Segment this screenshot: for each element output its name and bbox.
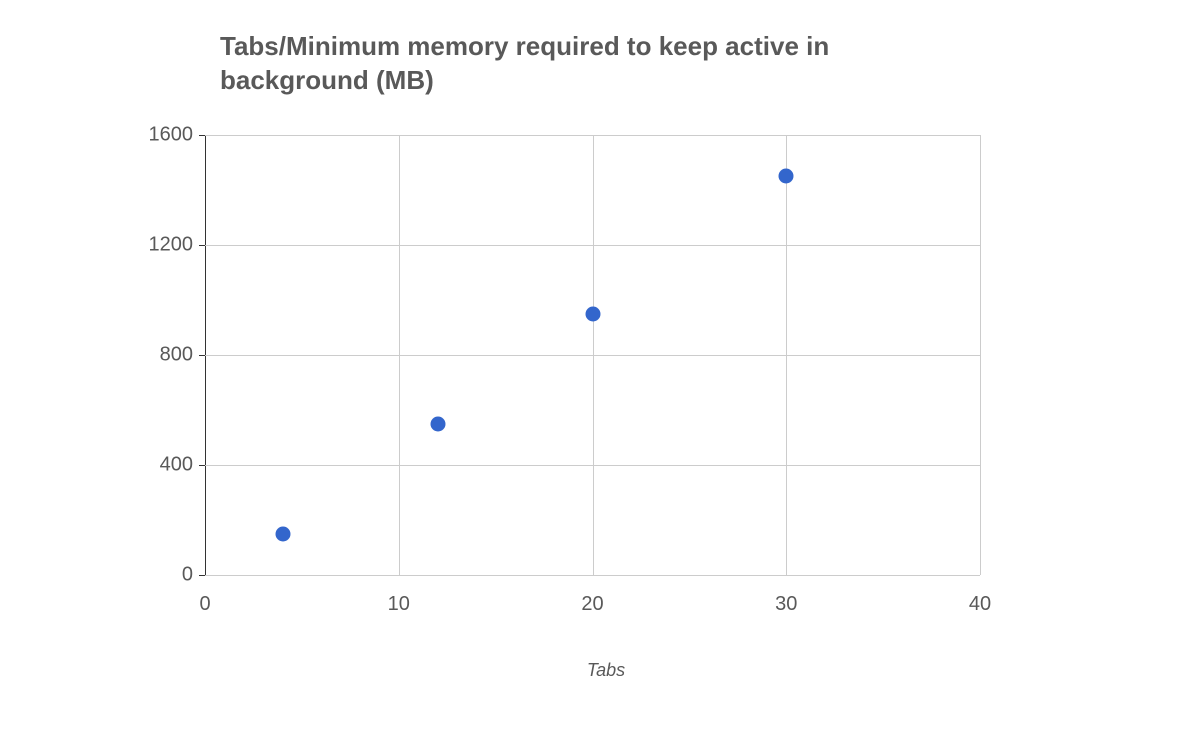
gridline-horizontal bbox=[205, 245, 980, 246]
x-tick-label: 0 bbox=[199, 593, 210, 616]
scatter-chart: Tabs/Minimum memory required to keep act… bbox=[0, 0, 1192, 732]
x-tick-label: 20 bbox=[581, 593, 603, 616]
gridline-horizontal bbox=[205, 575, 980, 576]
data-point bbox=[430, 416, 445, 431]
y-tick-mark bbox=[199, 575, 205, 576]
data-point bbox=[779, 169, 794, 184]
y-tick-mark bbox=[199, 465, 205, 466]
y-tick-mark bbox=[199, 135, 205, 136]
gridline-vertical bbox=[980, 135, 981, 575]
chart-title: Tabs/Minimum memory required to keep act… bbox=[220, 30, 920, 98]
y-tick-label: 0 bbox=[182, 564, 193, 587]
x-tick-label: 40 bbox=[969, 593, 991, 616]
data-point bbox=[585, 306, 600, 321]
y-tick-mark bbox=[199, 245, 205, 246]
y-tick-mark bbox=[199, 355, 205, 356]
y-tick-label: 1200 bbox=[149, 234, 194, 257]
gridline-horizontal bbox=[205, 465, 980, 466]
x-tick-label: 30 bbox=[775, 593, 797, 616]
y-tick-label: 800 bbox=[160, 344, 193, 367]
y-tick-label: 1600 bbox=[149, 124, 194, 147]
gridline-horizontal bbox=[205, 355, 980, 356]
plot-area: 010203040040080012001600 bbox=[205, 135, 980, 575]
x-tick-label: 10 bbox=[388, 593, 410, 616]
y-tick-label: 400 bbox=[160, 454, 193, 477]
x-axis-label: Tabs bbox=[0, 660, 1192, 681]
data-point bbox=[275, 526, 290, 541]
gridline-horizontal bbox=[205, 135, 980, 136]
